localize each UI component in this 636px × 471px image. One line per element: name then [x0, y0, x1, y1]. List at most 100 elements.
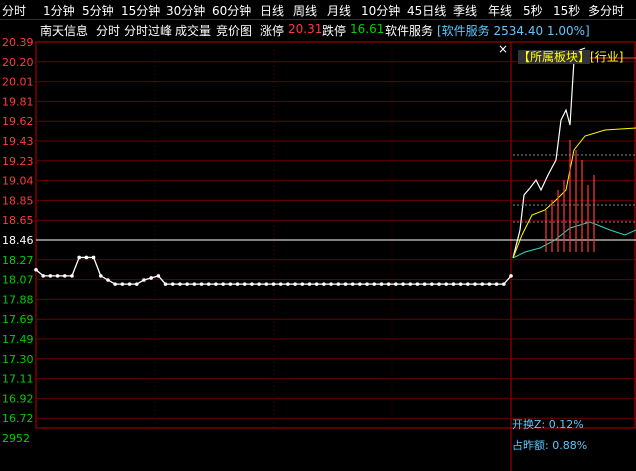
price-point: [314, 282, 319, 286]
price-point: [286, 282, 290, 286]
price-point: [473, 282, 477, 286]
price-point: [48, 274, 53, 278]
y-tick-label: 19.23: [2, 155, 34, 168]
y-tick-label: 16.92: [2, 392, 34, 405]
price-point: [134, 282, 139, 286]
industry-label[interactable]: [行业]: [590, 50, 623, 64]
price-point: [408, 282, 413, 286]
price-point: [206, 282, 211, 286]
close-icon[interactable]: ×: [497, 43, 509, 55]
y-tick-label: 19.62: [2, 115, 34, 128]
prev-amount-label: 占昨额: [512, 439, 545, 452]
price-point: [235, 282, 240, 286]
price-point: [120, 282, 125, 286]
prev-amount-stat: 占昨额: 0.88%: [512, 439, 588, 452]
y-tick-label: 20.39: [2, 36, 34, 49]
y-tick-label: 17.30: [2, 353, 34, 366]
price-point: [430, 282, 434, 286]
turnover-value: 0.12%: [548, 418, 584, 431]
y-tick-label: 20.20: [2, 56, 34, 69]
price-point: [480, 282, 485, 286]
y-tick-label: 19.81: [2, 95, 34, 108]
price-point: [451, 282, 456, 286]
y-tick-label: 17.49: [2, 333, 34, 346]
sector-panel-title: 【所属板块】[行业]: [518, 48, 623, 65]
price-point: [300, 282, 305, 286]
price-point: [322, 282, 326, 286]
price-point: [502, 282, 506, 286]
price-point: [401, 282, 405, 286]
price-point: [250, 282, 254, 286]
price-point: [444, 282, 449, 286]
price-point: [350, 282, 355, 286]
price-point: [271, 282, 276, 286]
price-point: [307, 282, 312, 286]
price-point: [336, 282, 341, 286]
price-point: [77, 255, 81, 260]
price-point: [185, 282, 189, 286]
y-tick-label: 17.11: [2, 373, 34, 386]
y-tick-label: 18.07: [2, 274, 34, 287]
y-tick-label: 19.04: [2, 175, 34, 188]
price-point: [379, 282, 384, 286]
price-point: [192, 282, 197, 286]
price-point: [142, 278, 146, 282]
prev-amount-value: 0.88%: [552, 439, 588, 452]
price-point: [415, 282, 420, 286]
y-tick-label: 18.65: [2, 214, 34, 227]
price-point: [458, 282, 463, 286]
y-tick-label: 18.27: [2, 254, 34, 267]
y-tick-label: 18.85: [2, 194, 34, 207]
price-point: [494, 282, 499, 286]
sector-avg-line: [512, 127, 636, 259]
price-point: [293, 282, 297, 286]
price-point: [422, 282, 427, 286]
price-point: [386, 282, 391, 286]
y-tick-label: 17.88: [2, 293, 34, 306]
price-point: [199, 282, 204, 286]
price-point: [329, 282, 333, 286]
intraday-chart: 20.39 20.20 20.01 19.81 19.62 19.43 19.23 19.04…: [2, 36, 636, 471]
turnover-label: 开换Z: [512, 418, 542, 431]
price-point: [487, 282, 492, 286]
price-point: [264, 282, 269, 286]
y-tick-label: 20.01: [2, 76, 34, 89]
price-point: [91, 255, 96, 260]
price-point: [149, 276, 153, 280]
price-point: [221, 282, 225, 286]
turnover-stat: 开换Z: 0.12%: [512, 418, 584, 431]
y-tick-label: 17.69: [2, 313, 34, 326]
price-point: [170, 282, 175, 286]
chart-frame: [35, 41, 636, 429]
price-point: [84, 255, 89, 260]
price-point: [509, 274, 513, 278]
y-tick-label: 19.43: [2, 135, 34, 148]
price-point: [156, 274, 161, 278]
price-point: [127, 282, 132, 286]
price-point: [466, 282, 470, 286]
price-point: [106, 278, 110, 282]
price-point: [178, 282, 182, 286]
price-point: [372, 282, 377, 286]
price-point: [98, 274, 103, 278]
y-tick-label: 18.46: [2, 234, 34, 247]
price-point: [343, 282, 348, 286]
price-point: [257, 282, 261, 286]
price-point: [41, 274, 45, 278]
price-point: [55, 274, 60, 278]
price-point: [242, 282, 247, 286]
price-point: [358, 282, 362, 286]
price-point: [214, 282, 218, 286]
price-point: [163, 282, 168, 286]
price-point: [228, 282, 233, 286]
sector-bracket-label[interactable]: 【所属板块】: [518, 50, 591, 64]
y-tick-label: 16.72: [2, 412, 34, 425]
price-point: [113, 282, 117, 286]
price-point: [278, 282, 283, 286]
price-point: [394, 282, 398, 286]
price-point: [437, 282, 441, 286]
y-tick-label: 2952: [2, 432, 30, 445]
price-point: [62, 274, 67, 278]
price-point: [365, 282, 369, 286]
price-point: [34, 267, 38, 272]
